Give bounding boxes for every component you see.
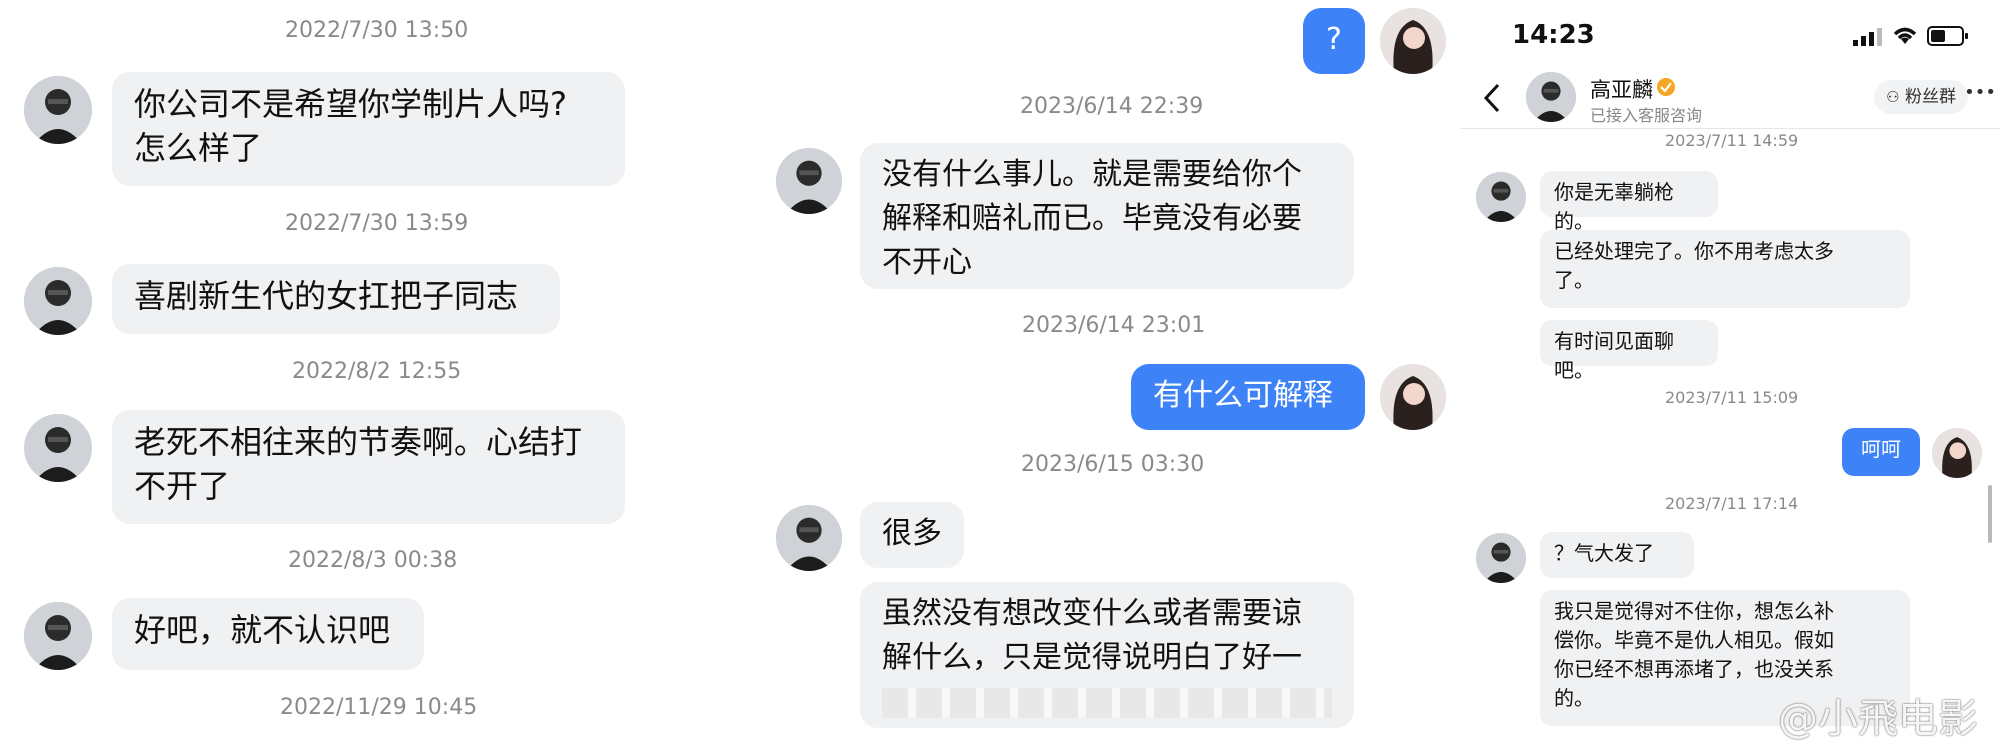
timestamp: 2022/11/29 10:45 bbox=[280, 695, 478, 720]
contact-avatar[interactable] bbox=[24, 76, 92, 144]
message-bubble[interactable]: 你是无辜躺枪的。 bbox=[1540, 171, 1718, 233]
message-line: 已经处理完了。你不用考虑太多 bbox=[1554, 239, 1834, 263]
contact-avatar[interactable] bbox=[1476, 172, 1526, 222]
timestamp: 2023/6/14 23:01 bbox=[1022, 313, 1206, 338]
message-line: 解什么，只是觉得说明白了好一 bbox=[882, 640, 1302, 675]
timestamp: 2022/7/30 13:50 bbox=[285, 18, 469, 43]
timestamp: 2022/7/30 13:59 bbox=[285, 211, 469, 236]
person-avatar-icon bbox=[24, 414, 92, 482]
status-time: 14:23 bbox=[1512, 20, 1595, 50]
message-line: 你已经不想再添堵了，也没关系 bbox=[1554, 657, 1834, 681]
signal-icon bbox=[1853, 28, 1882, 46]
fan-group-label: 粉丝群 bbox=[1905, 87, 1956, 107]
message-text: 呵呵 bbox=[1861, 437, 1901, 461]
status-bar: 14:23 bbox=[1460, 0, 2000, 68]
timestamp: 2022/8/2 12:55 bbox=[292, 359, 462, 384]
message-text: 很多 bbox=[882, 516, 942, 551]
message-line: 我只是觉得对不住你，想怎么补 bbox=[1554, 599, 1834, 623]
chat-panel-2: ? 2023/6/14 22:39 没有什么事儿。就是需要给你个 解释和赔礼而已… bbox=[760, 0, 1460, 750]
message-bubble[interactable]: 已经处理完了。你不用考虑太多 了。 bbox=[1540, 230, 1910, 308]
message-text: ? bbox=[1326, 22, 1342, 57]
sent-message-bubble[interactable]: 呵呵 bbox=[1842, 428, 1920, 476]
contact-subtitle: 已接入客服咨询 bbox=[1590, 106, 1703, 125]
message-line: 虽然没有想改变什么或者需要谅 bbox=[882, 596, 1302, 631]
scrollbar[interactable] bbox=[1988, 485, 1992, 543]
verified-badge-icon bbox=[1657, 78, 1675, 96]
message-text: 你是无辜躺枪的。 bbox=[1554, 180, 1674, 233]
person-avatar-icon bbox=[1380, 8, 1446, 74]
person-avatar-icon bbox=[776, 148, 842, 214]
contact-avatar[interactable] bbox=[776, 148, 842, 214]
back-arrow-icon[interactable] bbox=[1482, 82, 1502, 114]
contact-avatar[interactable] bbox=[24, 414, 92, 482]
message-line: 不开心 bbox=[882, 245, 972, 280]
wifi-icon bbox=[1893, 27, 1917, 44]
message-bubble[interactable]: 好吧，就不认识吧 bbox=[112, 598, 424, 670]
watermark: @小飛电影 bbox=[1778, 696, 1978, 742]
message-line: 老死不相往来的节奏啊。心结打 bbox=[134, 423, 583, 461]
message-text: ？气大发了 bbox=[1554, 541, 1654, 565]
person-avatar-icon bbox=[24, 602, 92, 670]
user-avatar[interactable] bbox=[1932, 428, 1982, 478]
contact-avatar[interactable] bbox=[1526, 72, 1576, 122]
sent-message-bubble[interactable]: ? bbox=[1303, 8, 1365, 74]
contact-avatar[interactable] bbox=[24, 267, 92, 335]
person-avatar-icon bbox=[776, 505, 842, 571]
chat-header: 高亚麟 已接入客服咨询 ⚇ 粉丝群 ••• bbox=[1460, 68, 2000, 129]
message-bubble[interactable]: 很多 bbox=[860, 502, 964, 568]
message-bubble[interactable]: 有时间见面聊吧。 bbox=[1540, 320, 1718, 382]
timestamp: 2023/7/11 14:59 bbox=[1665, 131, 1799, 150]
person-avatar-icon bbox=[1932, 428, 1982, 478]
message-line: 怎么样了 bbox=[134, 129, 263, 167]
contact-name[interactable]: 高亚麟 bbox=[1590, 74, 1653, 104]
battery-icon bbox=[1927, 26, 1968, 46]
message-line: 了。 bbox=[1554, 268, 1594, 292]
sent-message-bubble[interactable]: 有什么可解释 bbox=[1131, 364, 1365, 430]
user-avatar[interactable] bbox=[1380, 8, 1446, 74]
message-bubble[interactable]: 你公司不是希望你学制片人吗? 怎么样了 bbox=[112, 72, 625, 186]
message-line: 解释和赔礼而已。毕竟没有必要 bbox=[882, 201, 1302, 236]
fan-group-button[interactable]: ⚇ 粉丝群 bbox=[1874, 80, 1968, 114]
redacted-line bbox=[882, 688, 1332, 718]
more-options-button[interactable]: ••• bbox=[1964, 82, 1996, 103]
message-text: 有时间见面聊吧。 bbox=[1554, 329, 1674, 382]
timestamp: 2022/8/3 00:38 bbox=[288, 548, 458, 573]
message-bubble[interactable]: 喜剧新生代的女扛把子同志 bbox=[112, 264, 560, 334]
phone-chat-panel: 14:23 高亚麟 已接入客服咨询 ⚇ 粉丝群 ••• 2023/7/11 14… bbox=[1460, 0, 2000, 750]
user-avatar[interactable] bbox=[1380, 364, 1446, 430]
message-line: 没有什么事儿。就是需要给你个 bbox=[882, 157, 1302, 192]
message-bubble[interactable]: ？气大发了 bbox=[1540, 532, 1694, 578]
message-line: 你公司不是希望你学制片人吗? bbox=[134, 85, 567, 123]
timestamp: 2023/7/11 17:14 bbox=[1665, 494, 1799, 513]
contact-avatar[interactable] bbox=[1476, 533, 1526, 583]
timestamp: 2023/6/15 03:30 bbox=[1021, 452, 1205, 477]
timestamp: 2023/6/14 22:39 bbox=[1020, 94, 1204, 119]
person-avatar-icon bbox=[24, 76, 92, 144]
timestamp: 2023/7/11 15:09 bbox=[1665, 388, 1799, 407]
person-avatar-icon bbox=[1380, 364, 1446, 430]
person-avatar-icon bbox=[1526, 72, 1576, 122]
person-avatar-icon bbox=[24, 267, 92, 335]
contact-avatar[interactable] bbox=[24, 602, 92, 670]
message-line: 不开了 bbox=[134, 467, 231, 505]
people-icon: ⚇ bbox=[1886, 88, 1900, 106]
message-bubble[interactable]: 老死不相往来的节奏啊。心结打 不开了 bbox=[112, 410, 625, 524]
chat-panel-1: 2022/7/30 13:50 你公司不是希望你学制片人吗? 怎么样了 2022… bbox=[0, 0, 630, 750]
message-bubble[interactable]: 没有什么事儿。就是需要给你个 解释和赔礼而已。毕竟没有必要 不开心 bbox=[860, 143, 1354, 289]
message-line: 好吧，就不认识吧 bbox=[134, 611, 391, 649]
message-line: 偿你。毕竟不是仇人相见。假如 bbox=[1554, 628, 1834, 652]
person-avatar-icon bbox=[1476, 533, 1526, 583]
person-avatar-icon bbox=[1476, 172, 1526, 222]
message-bubble[interactable]: 虽然没有想改变什么或者需要谅 解什么，只是觉得说明白了好一 bbox=[860, 582, 1354, 728]
message-text: 有什么可解释 bbox=[1153, 378, 1333, 413]
message-line: 喜剧新生代的女扛把子同志 bbox=[134, 277, 519, 315]
contact-avatar[interactable] bbox=[776, 505, 842, 571]
